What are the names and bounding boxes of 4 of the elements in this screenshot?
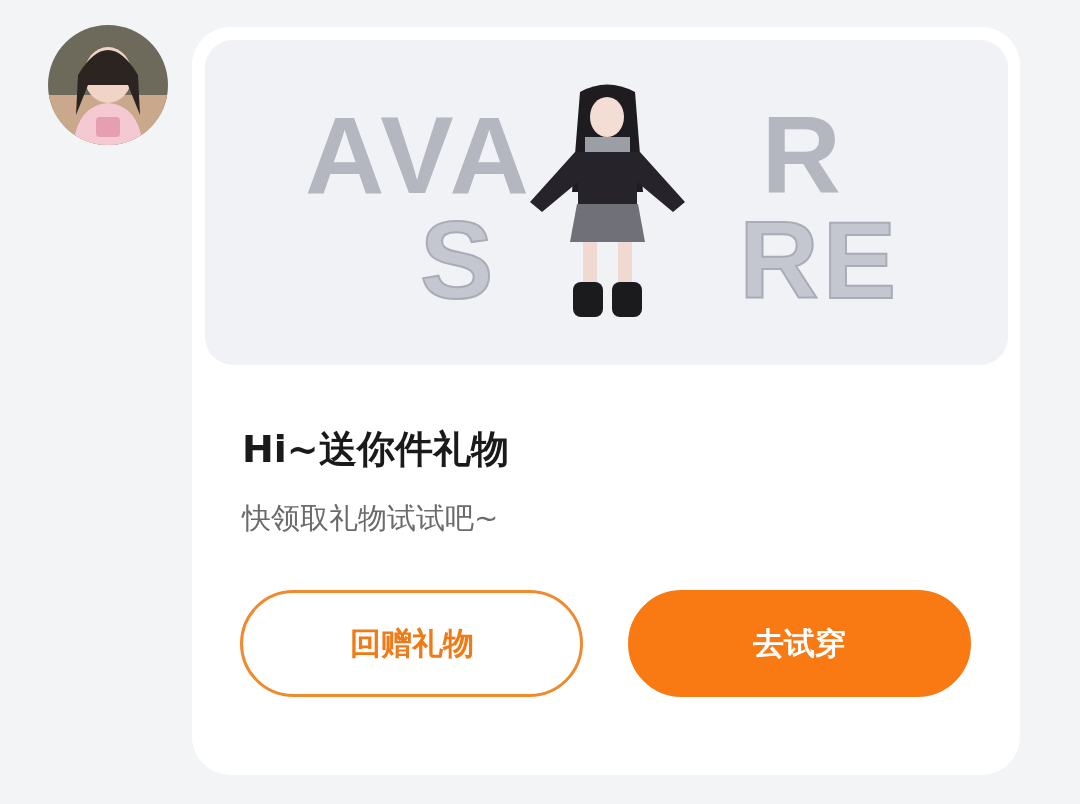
try-on-button[interactable]: 去试穿 [628,590,971,698]
return-gift-button[interactable]: 回赠礼物 [240,590,583,698]
message-title: Hi~送你件礼物 [242,427,510,473]
message-text: 快领取礼物试试吧~ [242,499,500,537]
